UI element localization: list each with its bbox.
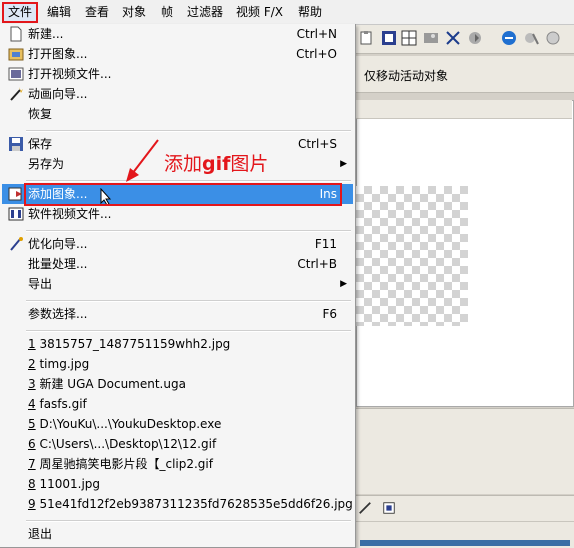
recent-file-item[interactable]: 3 新建 UGA Document.uga: [2, 374, 353, 394]
recent-file-item[interactable]: 5 D:\YouKu\...\YoukuDesktop.exe: [2, 414, 353, 434]
recent-file-item[interactable]: 8 11001.jpg: [2, 474, 353, 494]
recent-file-item[interactable]: 6 C:\Users\...\Desktop\12\12.gif: [2, 434, 353, 454]
recent-file-item[interactable]: 4 fasfs.gif: [2, 394, 353, 414]
preview-icon[interactable]: [545, 30, 561, 46]
menu-bar: 文件 编辑 查看 对象 帧 过滤器 视频 F/X 帮助: [0, 0, 574, 25]
menu-item-open-image[interactable]: 打开图象... Ctrl+O: [2, 44, 353, 64]
menu-item-batch[interactable]: 批量处理... Ctrl+B: [2, 254, 353, 274]
main-toolbar: [356, 25, 574, 54]
menu-filter[interactable]: 过滤器: [183, 3, 227, 21]
recent-file-item[interactable]: 1 3815757_1487751159whh2.jpg: [2, 334, 353, 354]
menu-item-open-video[interactable]: 打开视频文件...: [2, 64, 353, 84]
menu-object[interactable]: 对象: [118, 3, 150, 21]
redo-icon[interactable]: [467, 30, 483, 46]
transparent-canvas[interactable]: [356, 186, 468, 326]
panel-header: [356, 100, 572, 119]
object-toolbar: 仅移动活动对象: [356, 56, 574, 93]
recent-file-item[interactable]: 7 周星驰搞笑电影片段【_clip2.gif: [2, 454, 353, 474]
menu-separator: [26, 300, 351, 302]
save-icon: [9, 137, 23, 151]
file-menu: 新建... Ctrl+N 打开图象... Ctrl+O 打开视频文件... 动画…: [0, 24, 356, 548]
recent-file-item[interactable]: 9 51e41fd12f2eb9387311235fd7628535e5dd6f…: [2, 494, 353, 514]
menu-help[interactable]: 帮助: [294, 3, 326, 21]
menu-file[interactable]: 文件: [2, 2, 39, 23]
menu-item-exit[interactable]: 退出: [2, 524, 353, 544]
frames-icon[interactable]: [382, 501, 396, 515]
bottom-toolbar: [356, 495, 574, 522]
ie-icon[interactable]: [501, 30, 517, 46]
add-image-icon: [8, 187, 22, 201]
submenu-arrow-icon: ▶: [340, 279, 347, 289]
menu-edit[interactable]: 编辑: [43, 3, 75, 21]
move-active-only-label[interactable]: 仅移动活动对象: [364, 67, 448, 84]
progress-strip: [360, 540, 570, 546]
annotation-highlight-box: [24, 183, 342, 206]
open-video-icon: [8, 67, 24, 81]
open-image-icon: [8, 48, 24, 61]
frame-icon[interactable]: [381, 30, 397, 46]
menu-view[interactable]: 查看: [81, 3, 113, 21]
menu-separator: [26, 230, 351, 232]
menu-separator: [26, 130, 351, 132]
annotation-arrow-icon: [126, 139, 159, 182]
menu-item-new[interactable]: 新建... Ctrl+N: [2, 24, 353, 44]
optimize-wizard-icon: [10, 237, 23, 251]
menu-item-video-file[interactable]: 软件视频文件...: [2, 204, 353, 224]
menu-video-fx[interactable]: 视频 F/X: [232, 3, 287, 21]
recent-file-item[interactable]: 2 timg.jpg: [2, 354, 353, 374]
lower-panel: [356, 408, 574, 494]
flip-icon[interactable]: [358, 501, 372, 515]
film-icon[interactable]: [423, 30, 439, 46]
scissors-icon[interactable]: [445, 30, 461, 46]
menu-item-optimize-wizard[interactable]: 优化向导... F11: [2, 234, 353, 254]
new-file-icon: [10, 26, 22, 42]
menu-separator: [26, 330, 351, 332]
annotation-text: 添加gif图片: [164, 153, 269, 175]
submenu-arrow-icon: ▶: [340, 159, 347, 169]
menu-separator: [26, 180, 351, 182]
status-strip: [356, 521, 574, 548]
paste-icon[interactable]: [359, 30, 375, 46]
edit-icon[interactable]: [523, 30, 539, 46]
video-file-icon: [8, 207, 24, 221]
menu-frame[interactable]: 帧: [157, 3, 177, 21]
menu-item-animation-wizard[interactable]: 动画向导...: [2, 84, 353, 104]
menu-item-export[interactable]: 导出 ▶: [2, 274, 353, 294]
menu-separator: [26, 520, 351, 522]
menu-item-preferences[interactable]: 参数选择... F6: [2, 304, 353, 324]
grid-icon[interactable]: [401, 30, 417, 46]
menu-item-revert[interactable]: 恢复: [2, 104, 353, 124]
wizard-icon: [10, 87, 23, 101]
